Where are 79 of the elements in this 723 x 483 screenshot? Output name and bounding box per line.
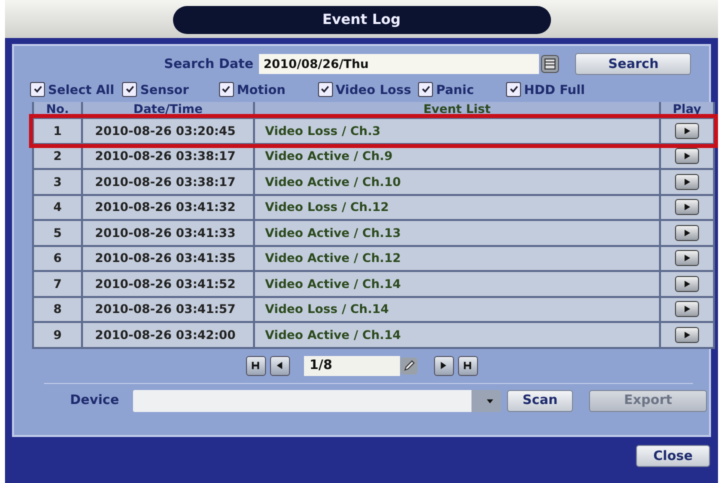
play-icon: [683, 126, 691, 135]
date-field[interactable]: 2010/08/26/Thu: [259, 54, 540, 74]
play-icon: [683, 305, 691, 314]
table-cell: 8: [33, 296, 82, 322]
table-cell: 2010-08-26 03:41:35: [82, 246, 254, 271]
table-cell: Video Active / Ch.12: [254, 246, 660, 271]
play-button[interactable]: [675, 224, 699, 241]
caret-icon: [486, 396, 494, 404]
checkbox[interactable]: [218, 82, 234, 96]
play-icon: [683, 330, 691, 339]
search-button[interactable]: Search: [575, 53, 692, 75]
check-icon: [221, 84, 232, 94]
checkbox[interactable]: [30, 82, 45, 96]
play-button[interactable]: [675, 148, 699, 164]
play-button[interactable]: [675, 326, 699, 343]
play-icon: [683, 254, 691, 262]
checkbox-label: Motion: [236, 82, 286, 96]
check-icon: [320, 84, 330, 94]
right-triangle-icon: [439, 361, 448, 370]
table-cell: Video Loss / Ch.12: [254, 194, 660, 220]
device-label: Device: [70, 393, 120, 408]
table-cell: Video Loss / Ch.14: [254, 296, 660, 322]
last-page-button[interactable]: [458, 356, 478, 376]
checkbox[interactable]: [418, 82, 434, 96]
table-cell: Video Active / Ch.14: [254, 322, 660, 348]
table-cell: 2010-08-26 03:42:00: [82, 322, 254, 348]
checkbox[interactable]: [506, 82, 521, 96]
play-button[interactable]: [675, 250, 699, 266]
table-cell: 2010-08-26 03:41:33: [82, 220, 254, 246]
table-cell: Video Active / Ch.13: [254, 220, 660, 246]
checkbox-label: Panic: [436, 82, 474, 96]
table-cell: 2010-08-26 03:41:52: [82, 271, 254, 296]
checkbox-label: Video Loss: [336, 82, 412, 96]
table-cell: 6: [33, 246, 82, 271]
last-page-icon: [463, 361, 472, 370]
left-triangle-icon: [275, 361, 284, 370]
play-icon: [683, 280, 691, 288]
page-field[interactable]: 1/8: [304, 356, 400, 376]
previous-page-button[interactable]: [270, 356, 290, 376]
table-cell: 5: [33, 220, 82, 246]
play-button[interactable]: [675, 174, 699, 190]
table-cell: 2010-08-26 03:41:57: [82, 296, 254, 322]
table-cell: 2010-08-26 03:41:32: [82, 194, 254, 220]
table-cell: 2010-08-26 03:38:17: [82, 169, 254, 194]
check-icon: [508, 84, 518, 94]
play-icon: [683, 152, 691, 160]
table-cell: 3: [33, 169, 82, 194]
check-icon: [420, 84, 431, 94]
play-button[interactable]: [675, 276, 699, 292]
next-page-button[interactable]: [434, 356, 454, 376]
play-button[interactable]: [675, 122, 699, 139]
checkbox-label: Sensor: [140, 82, 189, 96]
checkbox-label: Select All: [48, 82, 114, 96]
scan-button[interactable]: Scan: [507, 390, 574, 412]
play-button[interactable]: [675, 199, 699, 216]
checkbox-label: HDD Full: [524, 82, 585, 96]
check-icon: [32, 84, 42, 94]
checkbox[interactable]: [122, 82, 138, 96]
first-page-button[interactable]: [246, 356, 266, 376]
table-cell: Video Loss / Ch.3: [254, 118, 660, 144]
table-cell: Video Active / Ch.10: [254, 169, 660, 194]
calendar-icon[interactable]: [541, 55, 560, 73]
play-icon: [683, 228, 691, 237]
check-icon: [124, 84, 135, 94]
table-cell: 2010-08-26 03:20:45: [82, 118, 254, 144]
table-cell: Video Active / Ch.14: [254, 271, 660, 296]
table-cell: 1: [33, 118, 82, 144]
play-button[interactable]: [675, 301, 699, 318]
checkbox[interactable]: [318, 82, 333, 96]
play-icon: [683, 178, 691, 186]
close-button[interactable]: Close: [636, 445, 710, 467]
pencil-icon[interactable]: [400, 356, 418, 374]
table-cell: 4: [33, 194, 82, 220]
search-date-label: Search Date: [164, 56, 254, 72]
window-title: Event Log: [172, 6, 550, 34]
table-cell: 7: [33, 271, 82, 296]
table-cell: 9: [33, 322, 82, 348]
first-page-icon: [251, 361, 260, 370]
play-icon: [683, 203, 691, 212]
